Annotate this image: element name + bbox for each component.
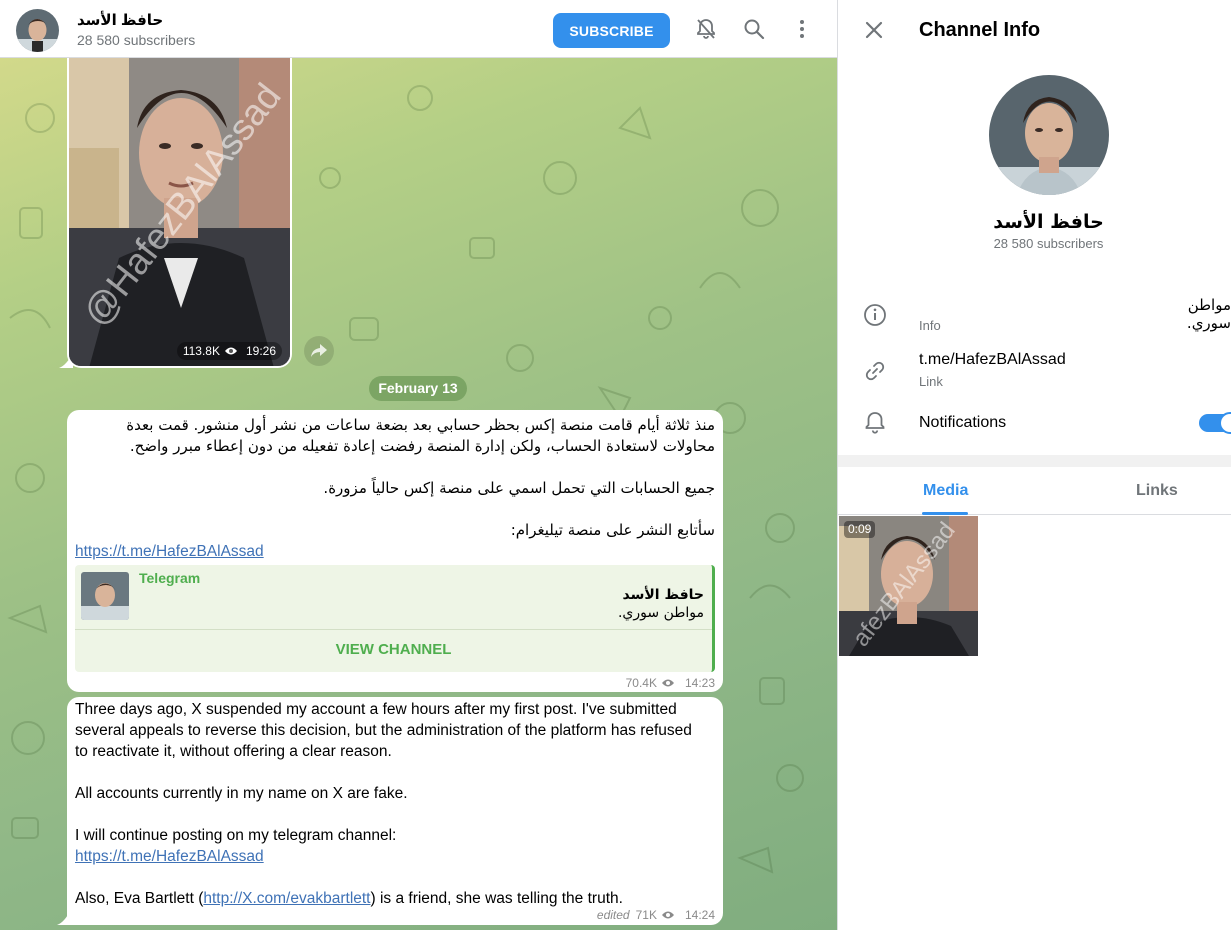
toggle-knob [1219,412,1231,434]
message-text-line: several appeals to reverse this decision… [75,722,692,739]
channel-subscribers: 28 580 subscribers [993,236,1104,251]
message-meta: edited 71K 14:24 [597,908,715,922]
eye-icon [661,679,674,687]
channel-profile-photo[interactable] [989,75,1109,195]
preview-image [81,572,129,620]
media-item[interactable]: afezBAlAssad 0:09 [839,516,978,656]
message-text-line: All accounts currently in my name on X a… [75,785,408,802]
close-icon[interactable] [862,18,886,42]
message-text-line: Also, Eva Bartlett (http://X.com/evakbar… [75,888,623,909]
preview-title: حافظ الأسد [622,587,704,603]
panel-title: Channel Info [919,19,1041,41]
edited-label: edited [596,908,630,922]
message-text-fragment: Also, Eva Bartlett ( [75,890,204,907]
share-button[interactable] [304,336,334,366]
date-divider: February 13 [369,376,467,401]
video-views: 113.8K [182,344,220,358]
video-meta: 113.8K 19:26 [176,342,282,360]
tab-links[interactable]: Links [1136,482,1178,500]
media-duration: 0:09 [844,521,876,538]
eye-icon [224,347,237,355]
link-label: Link [919,374,943,389]
message-english[interactable]: Three days ago, X suspended my account a… [67,697,723,925]
message-meta: 70.4K 14:23 [626,676,715,690]
active-tab-indicator [922,512,968,515]
message-text-line: جميع الحسابات التي تحمل اسمي على منصة إك… [323,479,715,497]
link-preview[interactable]: Telegram حافظ الأسد مواطن سوري. VIEW CHA… [75,565,715,672]
info-label: Info [919,318,941,333]
link-icon [865,361,885,381]
bell-icon [865,412,885,434]
channel-link-value[interactable]: t.me/HafezBAlAssad [919,351,1066,369]
message-text-line: منذ ثلاثة أيام قامت منصة إكس بحظر حسابي … [126,416,715,434]
channel-name: حافظ الأسد [993,211,1104,233]
message-arabic[interactable]: منذ ثلاثة أيام قامت منصة إكس بحظر حسابي … [67,410,723,692]
subscribe-button[interactable]: SUBSCRIBE [553,13,670,48]
notifications-toggle[interactable] [1199,412,1231,434]
message-text-fragment: ) is a friend, she was telling the truth… [370,890,623,907]
channel-info-panel: Channel Info حافظ الأسد 28 580 subscribe… [837,0,1231,930]
message-text-line: to reactivate it, without offering a cle… [75,743,392,760]
message-text-line: محاولات لاستعادة الحساب، ولكن إدارة المن… [129,437,715,455]
more-vertical-icon[interactable] [790,17,814,41]
preview-site-name: Telegram [139,570,201,586]
preview-description: مواطن سوري. [617,605,704,621]
video-message[interactable]: @HafezBAlAssad 113.8K 19:26 [67,58,292,368]
chat-header: حافظ الأسد 28 580 subscribers SUBSCRIBE [0,0,837,58]
mute-bell-icon[interactable] [694,17,718,41]
message-views: 71K [635,908,657,922]
search-icon[interactable] [742,17,766,41]
section-separator [838,455,1231,467]
channel-description[interactable]: مواطن سوري. [1141,296,1231,332]
eye-icon [661,911,674,919]
media-tabs: Media Links [838,467,1231,515]
message-text-line: سأتابع النشر على منصة تيليغرام: [510,521,715,539]
message-text-line: Three days ago, X suspended my account a… [75,701,677,718]
channel-title[interactable]: حافظ الأسد [77,11,163,29]
chat-area: حافظ الأسد 28 580 subscribers SUBSCRIBE [0,0,837,930]
message-views: 70.4K [625,676,657,690]
channel-link[interactable]: https://t.me/HafezBAlAssad [75,848,264,865]
message-time: 14:24 [684,908,715,922]
notifications-label: Notifications [919,414,1007,431]
preview-divider [75,629,712,630]
channel-avatar-image [16,9,59,52]
share-icon [311,344,327,357]
channel-subscriber-count: 28 580 subscribers [77,32,196,48]
message-time: 14:23 [684,676,715,690]
channel-link[interactable]: https://t.me/HafezBAlAssad [75,543,264,560]
eva-bartlett-link[interactable]: http://X.com/evakbartlett [203,890,370,907]
channel-avatar[interactable] [16,9,59,52]
video-time: 19:26 [245,344,276,358]
view-channel-button[interactable]: VIEW CHANNEL [75,637,712,663]
tab-media[interactable]: Media [923,482,968,500]
message-text-line: I will continue posting on my telegram c… [75,827,397,844]
info-icon [864,304,886,326]
